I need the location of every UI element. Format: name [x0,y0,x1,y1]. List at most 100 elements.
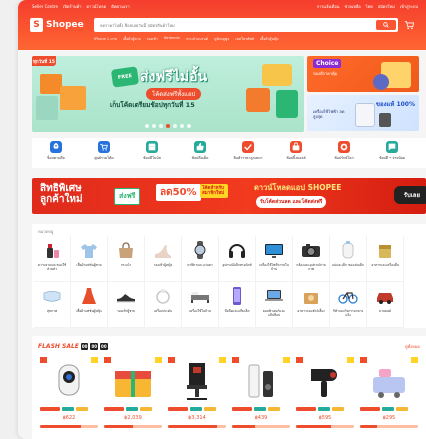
cart-button[interactable] [398,20,420,30]
quick-link-2[interactable]: ช้อปมีโบนัส [128,141,176,168]
category-item[interactable]: ยานยนต์ [367,282,404,328]
category-item[interactable]: สุขภาพ [34,282,71,328]
category-item[interactable]: รองเท้าผู้ชาย [108,282,145,328]
carousel-dot[interactable] [145,124,149,128]
notifications-link[interactable]: การแจ้งเตือน [317,3,340,10]
carousel-dot[interactable] [187,124,191,128]
flash-sale-product[interactable]: ฿622 [40,357,98,428]
category-item[interactable]: คอมพิวเตอร์และแล็ปท็อป [256,282,293,328]
suggestion[interactable]: หูฟังบลูทูธ [214,36,229,42]
carousel-dot[interactable] [152,124,156,128]
suggestion[interactable]: รองเท้า [147,36,158,42]
flash-sale-product[interactable]: ฿439 [232,357,290,428]
language-select[interactable]: ไทย [366,3,373,10]
flash-sale-product[interactable]: ฿3,314 [168,357,226,428]
carousel-dot[interactable] [159,124,163,128]
signup-link[interactable]: สมัครใหม่ [378,3,395,10]
flash-sale-product[interactable]: ฿595 [296,357,354,428]
badge [332,407,344,411]
suggestion[interactable]: iPhone 1 บาท [94,36,117,42]
view-all-link[interactable]: ดูทั้งหมด [405,343,420,350]
new-user-promo-banner[interactable]: สิทธิพิเศษ ลูกค้าใหม่ ส่งฟรี ลด50% โค้ดส… [32,178,426,214]
baby-icon [342,241,354,259]
quick-link-3[interactable]: ช้อปดีลเด็ด [176,141,224,168]
category-label: รองเท้าผู้ชาย [117,309,135,313]
box-illustration [40,74,62,94]
product-badges [360,407,418,411]
category-item[interactable]: เครื่องใช้ไฟฟ้าภายในบ้าน [256,236,293,282]
get-now-button[interactable]: รับเลย [393,186,426,204]
badge [190,407,202,411]
category-label: อุปกรณ์อิเล็กทรอนิกส์ [222,263,252,267]
carousel-dot[interactable] [166,124,170,128]
quick-link-5[interactable]: ช้อปปิ้งมอลล์ [272,141,320,168]
flash-sale-product[interactable]: ฿2,039 [104,357,162,428]
flash-sale-product[interactable]: ฿295 [360,357,418,428]
category-item[interactable]: อุปกรณ์อิเล็กทรอนิกส์ [219,236,256,282]
quick-link-1[interactable]: ศูนย์รวมโค้ด [80,141,128,168]
category-item[interactable]: กระเป๋า [108,236,145,282]
category-item[interactable]: มือถือและแท็บเล็ต [219,282,256,328]
category-item[interactable]: เสื้อผ้าแฟชั่นผู้ชาย [71,236,108,282]
mall-tag [104,357,111,363]
side-banner-appliances[interactable]: ของแท้ 100% เครื่องใช้ไฟฟ้า ลดสูงสุด [307,95,419,131]
sold-progress-bar [168,425,226,428]
search-box [94,18,398,32]
download-link[interactable]: ดาวน์โหลด [87,3,107,10]
help-link[interactable]: ช่วยเหลือ [345,3,361,10]
carousel-dot[interactable] [180,124,184,128]
cart-icon [98,141,110,153]
quick-link-label: สินค้าราคาถูกเหมา [233,156,263,160]
quick-link-0[interactable]: ช็อปตามดีล [32,141,80,168]
quick-link-7[interactable]: ช้อปดี • จ่ายน้อย [368,141,416,168]
countdown-minutes: 00 [90,342,99,350]
category-item[interactable]: เสื้อผ้าแฟชั่นผู้หญิง [71,282,108,328]
category-item[interactable]: กีฬาและกิจกรรมกลางแจ้ง [330,282,367,328]
suggestion[interactable]: กระเป๋าแบรนด์ [186,36,208,42]
cosmetics-icon [47,244,59,258]
side-banner-choice[interactable]: Choice ของดีราคาคุ้ม [307,56,419,92]
gift-illustration [276,90,298,118]
product-image [104,357,162,405]
category-item[interactable]: รองเท้าผู้หญิง [145,236,182,282]
category-item[interactable]: เครื่องใช้ในบ้าน [182,282,219,328]
suggestion[interactable]: เสื้อผ้าผู้หญิง [260,36,279,42]
quick-link-label: ช้อปปิ้งมอลล์ [286,156,306,160]
dress-icon [82,288,96,304]
category-item[interactable]: เครื่องประดับ [145,282,182,328]
carousel-dot[interactable] [173,124,177,128]
suggestion[interactable]: เสื้อผ้าผู้ชาย [123,36,141,42]
thumb-icon [194,141,206,153]
seller-centre-link[interactable]: Seller Centre [32,4,58,9]
search-input[interactable] [100,22,376,28]
category-item[interactable]: กล้องและอุปกรณ์ถ่ายภาพ [293,236,330,282]
sold-progress-bar [40,425,98,428]
shopee-logo[interactable]: S Shopee [30,18,94,32]
product-price: ฿295 [382,415,396,421]
hairdryer-icon [311,369,337,397]
suggestion[interactable]: Nintendo [164,36,180,42]
category-label: เครื่องใช้ไฟฟ้าภายในบ้าน [259,263,289,271]
sold-progress-bar [296,425,354,428]
follow-us-link[interactable]: ติดตามเรา [111,3,129,10]
category-item[interactable]: นาฬิกาและแว่นตา [182,236,219,282]
category-item[interactable]: แม่และเด็ก ของเล่นเด็ก [330,236,367,282]
category-item[interactable]: ความงามและของใช้ส่วนตัว [34,236,71,282]
quick-link-label: ช้อปดีลเด็ด [191,156,209,160]
category-item[interactable]: อาหารและเครื่องดื่ม [367,236,404,282]
app-cta-subtitle: รับโค้ดส่วนลด และโค้ดส่งฟรี [256,196,327,208]
suggestion[interactable]: เคสโทรศัพท์ [235,36,254,42]
login-link[interactable]: เข้าสู่ระบบ [400,3,418,10]
open-shop-link[interactable]: เปิดร้านค้า [63,3,82,10]
product-badges [104,407,162,411]
badge [40,407,60,411]
discount-tag [219,357,226,363]
quick-link-6[interactable]: ช้อปรักษ์โลก [320,141,368,168]
category-item[interactable]: อาหารและสัตว์เลี้ยง [293,282,330,328]
quick-link-4[interactable]: สินค้าราคาถูกเหมา [224,141,272,168]
search-button[interactable] [376,20,396,30]
product-price: ฿2,039 [124,415,142,421]
countdown-seconds: 00 [100,342,108,350]
sold-progress-bar [104,425,162,428]
main-carousel-banner[interactable]: ทุกวันที่ 15 FREE ส่งฟรีไม่อั้น โค้ดส่งฟ… [32,56,304,132]
